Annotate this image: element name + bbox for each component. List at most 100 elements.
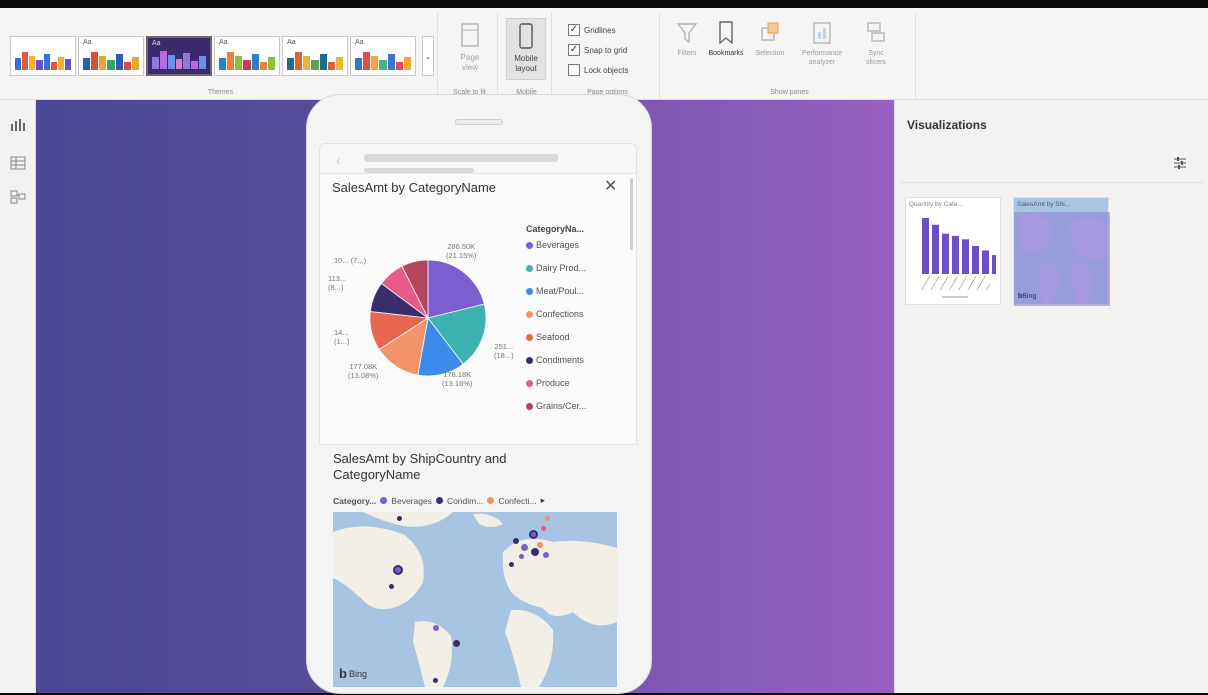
model-view-icon[interactable] <box>10 190 26 204</box>
legend-dot <box>526 264 533 272</box>
label-condiments: 113... (8...) <box>328 274 347 292</box>
legend-dot <box>487 497 495 504</box>
page-options-group: ✓ Gridlines ✓ Snap to grid Lock objects Pa… <box>556 12 660 98</box>
visualizations-title: Visualizations <box>907 118 987 132</box>
label-confections: 177.08K (13.08%) <box>348 362 379 380</box>
visualizations-pane: Visualizations Quantity by Cate... Sales… <box>894 100 1208 693</box>
bookmark-icon <box>719 21 733 45</box>
thumbnail-bar <box>942 233 949 274</box>
close-icon[interactable]: ✕ <box>604 176 617 196</box>
thumbnail-map <box>1014 212 1110 306</box>
map-legend[interactable]: Category... Beverages Condim... Confecti… <box>333 495 545 506</box>
map-bubble[interactable] <box>509 562 514 567</box>
thumbnail-bar-chart <box>922 218 996 274</box>
map-bubble[interactable] <box>393 565 403 575</box>
legend-dot <box>526 402 533 410</box>
map-bubble[interactable] <box>433 678 438 683</box>
theme-option-4[interactable]: Aa <box>214 36 280 76</box>
theme-option-selected[interactable]: Aa <box>146 36 212 76</box>
thumbnail-bar <box>932 224 939 274</box>
map-bubble[interactable] <box>519 554 524 559</box>
gridlines-check: ✓ <box>568 24 580 36</box>
map-bubble[interactable] <box>453 640 460 647</box>
map-visual[interactable]: SalesAmt by ShipCountry and CategoryName… <box>319 445 637 695</box>
themes-dropdown-button[interactable]: ⌄ <box>422 36 434 76</box>
legend-dot <box>526 333 533 341</box>
mobile-group: Mobile layout Mobile <box>502 12 552 98</box>
theme-option-5[interactable]: Aa <box>282 36 348 76</box>
performance-analyzer-button[interactable]: Performance analyzer <box>792 20 852 67</box>
pane-divider <box>901 182 1203 183</box>
thumbnail-axis-labels <box>920 276 990 290</box>
thumbnail-bar <box>922 218 929 274</box>
report-canvas[interactable]: ‹ SalesAmt by CategoryName ✕ 286.50K (21.… <box>36 94 894 694</box>
snap-to-grid-check: ✓ <box>568 44 580 56</box>
map-bubble[interactable] <box>543 552 549 558</box>
format-settings-icon[interactable] <box>1173 156 1187 170</box>
filters-pane-button[interactable]: Filters <box>670 20 704 58</box>
map-bubble[interactable] <box>529 530 538 539</box>
page-view-button[interactable]: Page view <box>452 22 488 73</box>
legend-dot <box>526 356 533 364</box>
scale-group: Page view Scale to fit <box>442 12 498 98</box>
map-bubble[interactable] <box>531 548 539 556</box>
visual-thumbnail-quantity[interactable]: Quantity by Cate... <box>905 197 1001 305</box>
sync-slicers-icon <box>867 22 885 42</box>
report-view-icon[interactable] <box>10 118 26 132</box>
legend-next-arrow[interactable]: ▸ <box>541 495 545 506</box>
selection-pane-button[interactable]: Selection <box>750 20 790 58</box>
map-bubble[interactable] <box>513 538 519 544</box>
legend-item-confections[interactable]: Confections <box>526 309 584 319</box>
map-bubble[interactable] <box>397 516 402 521</box>
power-bi-desktop: Aa Aa Aa Aa Aa ⌄ Themes Page view Scale … <box>0 8 1208 694</box>
world-map[interactable]: b Bing <box>333 512 617 687</box>
visual-scrollbar[interactable] <box>630 178 633 250</box>
page-view-icon <box>461 23 479 47</box>
thumbnail-bar <box>982 250 989 274</box>
theme-option-1[interactable] <box>10 36 76 76</box>
lock-objects-check <box>568 64 580 76</box>
legend-item-beverages[interactable]: Beverages <box>526 240 579 250</box>
visual-thumbnail-salesamt-map[interactable]: SalesAmt by Shi... bBing <box>1013 197 1110 306</box>
pie-chart[interactable] <box>368 258 488 378</box>
thumbnail-bar <box>952 235 959 274</box>
map-bubble[interactable] <box>537 542 543 548</box>
show-panes-group: Filters Bookmarks Selection Performance … <box>664 12 916 98</box>
legend-dot <box>380 497 388 504</box>
theme-option-6[interactable]: Aa <box>350 36 416 76</box>
sync-slicers-button[interactable]: Sync slicers <box>856 20 896 67</box>
map-bubble[interactable] <box>545 516 550 521</box>
mobile-phone-frame: ‹ SalesAmt by CategoryName ✕ 286.50K (21.… <box>306 94 652 694</box>
pie-legend-title: CategoryNa... <box>526 224 585 234</box>
lock-objects-checkbox[interactable]: Lock objects <box>568 64 628 76</box>
map-bubble[interactable] <box>433 625 439 631</box>
performance-icon <box>813 22 831 44</box>
legend-item-produce[interactable]: Produce <box>526 378 570 388</box>
legend-item-dairy[interactable]: Dairy Prod... <box>526 263 586 273</box>
legend-item-condiments[interactable]: Condiments <box>526 355 584 365</box>
snap-to-grid-checkbox[interactable]: ✓ Snap to grid <box>568 44 627 56</box>
map-landmass <box>333 512 617 687</box>
legend-item-grains[interactable]: Grains/Cer... <box>526 401 587 411</box>
thumbnail-bar <box>972 246 979 274</box>
mobile-layout-icon <box>519 23 533 49</box>
show-panes-group-label: Show panes <box>770 89 809 96</box>
thumbnail-bar <box>992 254 996 274</box>
bing-logo: bBing <box>1018 293 1037 300</box>
ribbon: Aa Aa Aa Aa Aa ⌄ Themes Page view Scale … <box>0 8 1208 100</box>
thumbnail-title: SalesAmt by Shi... <box>1017 201 1071 208</box>
mobile-layout-button[interactable]: Mobile layout <box>506 18 546 80</box>
bookmarks-pane-button[interactable]: Bookmarks <box>706 20 746 58</box>
gridlines-checkbox[interactable]: ✓ Gridlines <box>568 24 616 36</box>
theme-option-2[interactable]: Aa <box>78 36 144 76</box>
map-bubble[interactable] <box>389 584 394 589</box>
label-dairy: 251... (18...) <box>494 342 514 360</box>
data-view-icon[interactable] <box>10 156 26 170</box>
legend-dot <box>526 241 533 249</box>
map-bubble[interactable] <box>521 544 528 551</box>
pie-chart-visual[interactable]: SalesAmt by CategoryName ✕ 286.50K (21.15… <box>319 173 637 445</box>
legend-item-meat[interactable]: Meat/Poul... <box>526 286 584 296</box>
map-bubble[interactable] <box>541 526 546 531</box>
legend-item-seafood[interactable]: Seafood <box>526 332 570 342</box>
legend-dot <box>526 287 533 295</box>
